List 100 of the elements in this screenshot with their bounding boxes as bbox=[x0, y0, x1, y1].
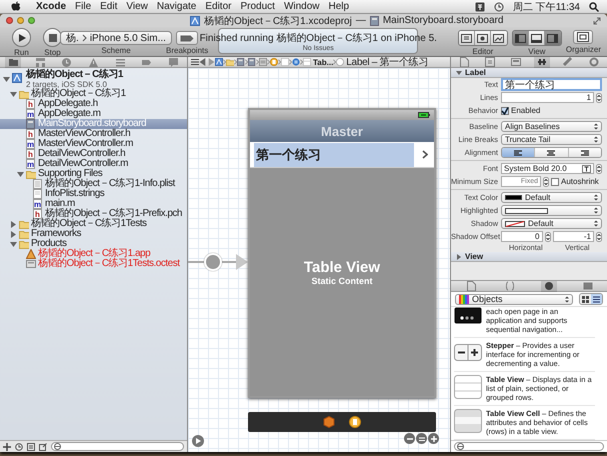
app-menu[interactable]: Xcode bbox=[36, 1, 66, 12]
folder-tab[interactable] bbox=[5, 56, 22, 68]
apple-logo-icon[interactable] bbox=[11, 1, 21, 12]
scheme-popup[interactable]: 杨. iPhone 5.0 Sim... bbox=[60, 31, 172, 45]
assistant-editor-button[interactable] bbox=[474, 31, 491, 45]
version-editor-button[interactable] bbox=[490, 31, 507, 45]
project-icon[interactable] bbox=[215, 58, 223, 66]
stepper-icon[interactable] bbox=[544, 232, 550, 242]
document-icon[interactable] bbox=[27, 442, 35, 450]
minimize-button[interactable] bbox=[17, 17, 24, 24]
enabled-checkbox[interactable]: Enabled bbox=[501, 106, 540, 115]
storyboard-file-icon[interactable] bbox=[248, 58, 256, 66]
align-right-button[interactable] bbox=[568, 148, 601, 157]
file-name[interactable]: MasterViewController.m bbox=[38, 139, 133, 149]
zoom-button[interactable] bbox=[28, 17, 35, 24]
identity-tab[interactable] bbox=[508, 56, 524, 68]
utilities-toggle-button[interactable] bbox=[544, 31, 561, 45]
group-name[interactable]: Supporting Files bbox=[38, 169, 102, 179]
stepper-icon[interactable] bbox=[596, 232, 602, 242]
related-items-icon[interactable] bbox=[191, 58, 199, 66]
filter-field[interactable] bbox=[454, 442, 604, 451]
group-name[interactable]: Frameworks bbox=[31, 229, 82, 239]
attributes-tab[interactable] bbox=[534, 56, 550, 68]
project-name[interactable]: 杨韬的Object－C练习1 bbox=[26, 70, 123, 80]
add-icon[interactable] bbox=[3, 442, 11, 450]
align-center-button[interactable] bbox=[535, 148, 569, 157]
updown-arrows-icon bbox=[594, 136, 598, 143]
list-view-button[interactable] bbox=[591, 294, 602, 304]
disclosure-open-icon[interactable] bbox=[10, 240, 17, 248]
file-name[interactable]: AppDelegate.h bbox=[38, 99, 98, 109]
text-field[interactable]: 第一个练习 bbox=[501, 78, 602, 91]
filter-field[interactable] bbox=[51, 442, 184, 451]
menu-item[interactable]: Help bbox=[328, 1, 350, 12]
file-name[interactable]: main.m bbox=[45, 199, 75, 209]
input-method-icon[interactable] bbox=[474, 2, 485, 12]
close-button[interactable] bbox=[6, 17, 13, 24]
baseline-popup[interactable]: Align Baselines bbox=[501, 121, 602, 132]
storyboard-file-icon[interactable] bbox=[237, 58, 245, 66]
highlighted-color-popup[interactable] bbox=[501, 205, 602, 216]
file-name[interactable]: 杨韬的Object－C练习1-Prefix.pch bbox=[45, 209, 182, 219]
menu-bar-clock[interactable]: 周二 下午11:34 bbox=[512, 0, 580, 14]
group-name[interactable]: Products bbox=[31, 239, 66, 249]
disclosure-open-icon[interactable] bbox=[17, 170, 24, 178]
section-header[interactable]: Label bbox=[451, 68, 607, 78]
font-field[interactable]: System Bold 20.0 bbox=[501, 163, 594, 174]
menu-item[interactable]: Product bbox=[240, 1, 275, 12]
disclosure-open-icon[interactable] bbox=[10, 90, 17, 98]
disclosure-closed-icon[interactable] bbox=[10, 230, 17, 238]
align-left-button[interactable] bbox=[502, 148, 536, 157]
section-header[interactable]: View bbox=[451, 252, 607, 262]
breadcrumb[interactable]: Tab... bbox=[303, 58, 334, 66]
text-color-popup[interactable]: Default bbox=[501, 192, 602, 203]
stepper-icon[interactable] bbox=[543, 176, 549, 186]
menu-item[interactable]: File bbox=[75, 1, 92, 12]
zoom-in-button[interactable] bbox=[428, 433, 439, 444]
vertical-offset-field[interactable]: -1 bbox=[552, 231, 594, 242]
organizer-button[interactable] bbox=[573, 30, 594, 44]
breadcrumb[interactable]: Label – 第一个练习 bbox=[336, 57, 428, 67]
file-name[interactable]: AppDelegate.m bbox=[38, 109, 100, 119]
file-name[interactable]: 杨韬的Object－C练习1-Info.plist bbox=[45, 179, 175, 189]
file-name[interactable]: DetailViewController.h bbox=[38, 149, 126, 159]
clock-icon[interactable] bbox=[15, 442, 23, 450]
shadow-color-popup[interactable]: Default bbox=[501, 218, 602, 229]
table-cell[interactable]: 第一个练习 bbox=[250, 142, 434, 168]
source-file-icon: m bbox=[26, 109, 36, 119]
menu-item[interactable]: Edit bbox=[100, 1, 118, 12]
file-name[interactable]: 杨韬的Object－C练习1Tests.octest bbox=[38, 259, 180, 269]
group-name[interactable]: 杨韬的Object－C练习1Tests bbox=[31, 219, 147, 229]
menu-item[interactable]: Navigate bbox=[156, 1, 196, 12]
menu-item[interactable]: View bbox=[126, 1, 148, 12]
disclosure-closed-icon[interactable] bbox=[10, 220, 17, 228]
debug-area-toggle-button[interactable] bbox=[528, 31, 545, 45]
edit-icon[interactable] bbox=[39, 442, 47, 450]
zoom-out-button[interactable] bbox=[404, 433, 415, 444]
group-name[interactable]: 杨韬的Object－C练习1 bbox=[31, 89, 126, 99]
run-button[interactable] bbox=[12, 28, 31, 47]
standard-editor-button[interactable] bbox=[458, 31, 475, 45]
search-icon[interactable] bbox=[589, 2, 599, 12]
grid-view-button[interactable] bbox=[580, 294, 591, 304]
autoshrink-checkbox[interactable]: Autoshrink bbox=[551, 177, 599, 186]
stepper-icon[interactable] bbox=[596, 164, 602, 174]
fullscreen-icon[interactable] bbox=[593, 16, 601, 24]
number-field[interactable]: 1 bbox=[501, 92, 594, 103]
file-name[interactable]: 杨韬的Object－C练习1.app bbox=[38, 249, 150, 259]
stop-button[interactable] bbox=[43, 28, 62, 47]
document-outline-button[interactable] bbox=[192, 435, 204, 447]
menu-item[interactable]: Window bbox=[284, 1, 320, 12]
library-popup[interactable]: Objects bbox=[455, 294, 573, 304]
horizontal-offset-field[interactable]: 0 bbox=[501, 231, 542, 242]
line-breaks-popup[interactable]: Truncate Tail bbox=[501, 134, 602, 145]
zoom-fit-button[interactable] bbox=[416, 433, 427, 444]
file-name[interactable]: DetailViewController.m bbox=[38, 159, 128, 169]
stepper-icon[interactable] bbox=[596, 92, 602, 102]
navigator-toggle-button[interactable] bbox=[512, 31, 529, 45]
file-name[interactable]: InfoPlist.strings bbox=[45, 189, 104, 199]
breakpoints-button[interactable] bbox=[176, 31, 198, 45]
view-controller-icon[interactable] bbox=[349, 416, 361, 428]
menu-item[interactable]: Editor bbox=[205, 1, 232, 12]
file-name[interactable]: MasterViewController.h bbox=[38, 129, 130, 139]
disclosure-open-icon[interactable] bbox=[3, 76, 10, 82]
